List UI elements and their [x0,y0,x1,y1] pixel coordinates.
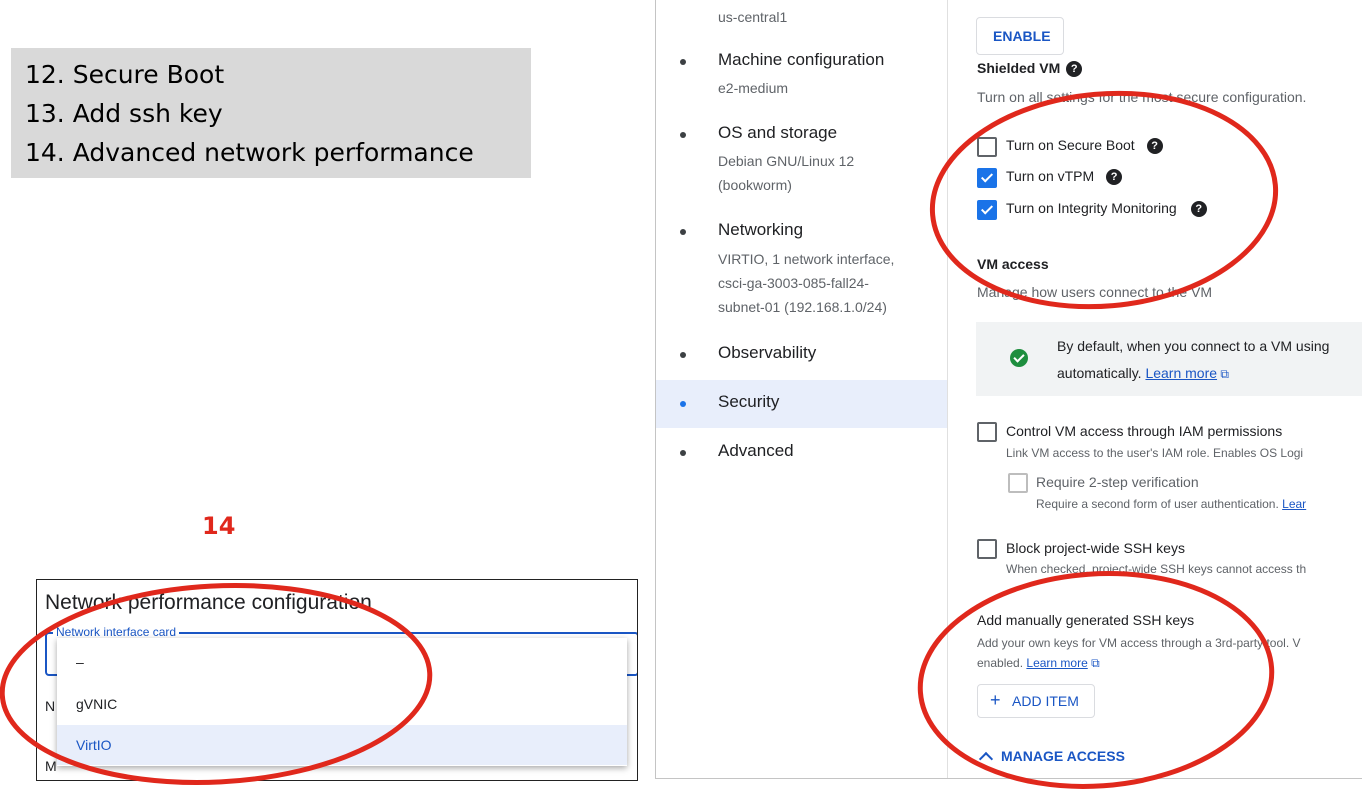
nav-item-networking[interactable]: Networking [718,220,803,240]
section-nav: us-central1 Machine configuration e2-med… [656,0,948,778]
nav-bullet [680,229,686,235]
external-link-icon: ⧉ [1087,656,1100,670]
add-item-button[interactable]: + ADD ITEM [977,684,1095,718]
nav-bullet [680,352,686,358]
network-performance-title: Network performance configuration [45,591,372,614]
nav-item-observability[interactable]: Observability [718,343,816,363]
secure-boot-label-text: Turn on Secure Boot [1006,137,1135,153]
create-vm-panel: us-central1 Machine configuration e2-med… [655,0,1362,779]
vtpm-checkbox[interactable] [977,168,997,188]
iam-access-checkbox[interactable] [977,422,997,442]
instruction-note: 12. Secure Boot 13. Add ssh key 14. Adva… [11,48,531,178]
iam-access-label: Control VM access through IAM permission… [1006,423,1283,439]
nic-option-virtio[interactable]: VirtIO [57,725,627,765]
nic-option-label: – [76,654,84,670]
add-ssh-keys-description-2: enabled. Learn more ⧉ [977,656,1100,671]
two-step-description-text: Require a second form of user authentica… [1036,497,1279,511]
iam-access-description: Link VM access to the user's IAM role. E… [1006,446,1304,460]
integrity-monitoring-label-text: Turn on Integrity Monitoring [1006,200,1177,216]
integrity-monitoring-label: Turn on Integrity Monitoring? [1006,200,1207,218]
nav-selected-highlight [656,380,947,428]
note-line-ssh-key: 13. Add ssh key [25,99,223,128]
nav-region-subtitle: us-central1 [718,9,788,25]
add-ssh-keys-description-1: Add your own keys for VM access through … [977,636,1301,650]
secure-boot-checkbox[interactable] [977,137,997,157]
network-interface-card-label: Network interface card [53,625,180,639]
add-ssh-keys-heading: Add manually generated SSH keys [977,612,1195,628]
two-step-label: Require 2-step verification [1036,474,1199,490]
vm-access-info-banner: By default, when you connect to a VM usi… [976,322,1362,396]
help-icon[interactable]: ? [1066,61,1083,78]
nic-option-gvnic[interactable]: gVNIC [57,684,627,724]
nav-item-machine-configuration[interactable]: Machine configuration [718,50,884,70]
check-circle-icon [1010,349,1028,367]
vm-access-description: Manage how users connect to the VM [977,284,1213,300]
nav-bullet-active [680,401,686,407]
annotation-number-14: 14 [202,512,236,540]
obscured-label-n: N [45,698,56,714]
two-step-checkbox[interactable] [1008,473,1028,493]
info-line-2-text: automatically. [1057,365,1142,381]
nav-machine-subtitle: e2-medium [718,80,789,96]
integrity-monitoring-checkbox[interactable] [977,200,997,220]
nav-networking-subtitle-3: subnet-01 (192.168.1.0/24) [718,299,887,315]
nav-networking-subtitle-2: csci-ga-3003-085-fall24- [718,275,869,291]
note-line-network-performance: 14. Advanced network performance [25,138,474,167]
ssh-learn-more-link[interactable]: Learn more [1026,656,1087,670]
shielded-vm-heading: Shielded VM? [977,60,1083,78]
vtpm-label-text: Turn on vTPM [1006,168,1095,184]
learn-more-link[interactable]: Learn more [1145,365,1217,381]
nav-networking-subtitle-1: VIRTIO, 1 network interface, [718,251,895,267]
help-icon[interactable]: ? [1146,138,1163,155]
note-line-secure-boot: 12. Secure Boot [25,60,225,89]
plus-icon: + [990,690,1001,710]
manage-access-toggle[interactable]: MANAGE ACCESS [977,748,1125,767]
nav-bullet [680,59,686,65]
info-line-2: automatically. Learn more ⧉ [1057,365,1229,382]
help-icon[interactable]: ? [1106,169,1123,186]
nav-item-security[interactable]: Security [718,392,779,412]
network-performance-panel: Network performance configuration Networ… [36,579,638,781]
nav-os-subtitle-2: (bookworm) [718,177,792,193]
nic-option-label: gVNIC [76,696,118,712]
security-section: ENABLE Shielded VM? Turn on all settings… [948,0,1362,778]
add-item-label: ADD ITEM [1012,693,1079,709]
nic-dropdown-menu: – gVNIC VirtIO [57,638,627,766]
nav-item-os-storage[interactable]: OS and storage [718,123,837,143]
vm-access-heading: VM access [977,256,1049,272]
two-step-learn-more-link[interactable]: Lear [1282,497,1306,511]
block-ssh-keys-checkbox[interactable] [977,539,997,559]
two-step-description: Require a second form of user authentica… [1036,497,1306,511]
obscured-label-m: M [45,758,57,774]
external-link-icon: ⧉ [1217,367,1229,381]
vtpm-label: Turn on vTPM? [1006,168,1123,186]
nic-option-label: VirtIO [76,737,112,753]
nic-option-none[interactable]: – [57,642,627,682]
chevron-up-icon [978,751,994,767]
help-icon[interactable]: ? [1190,201,1207,218]
enable-button-label: ENABLE [993,28,1051,44]
block-ssh-keys-label: Block project-wide SSH keys [1006,540,1185,556]
nav-bullet [680,450,686,456]
add-ssh-keys-description-2-text: enabled. [977,656,1024,670]
manage-access-label: MANAGE ACCESS [1001,748,1125,764]
secure-boot-label: Turn on Secure Boot? [1006,137,1163,155]
nav-item-advanced[interactable]: Advanced [718,441,794,461]
block-ssh-keys-description: When checked, project-wide SSH keys cann… [1006,562,1307,576]
enable-button[interactable]: ENABLE [976,17,1064,55]
shielded-vm-heading-text: Shielded VM [977,60,1061,76]
shielded-vm-description: Turn on all settings for the most secure… [977,89,1307,105]
nav-bullet [680,132,686,138]
info-line-1: By default, when you connect to a VM usi… [1057,338,1330,354]
nav-os-subtitle-1: Debian GNU/Linux 12 [718,153,855,169]
